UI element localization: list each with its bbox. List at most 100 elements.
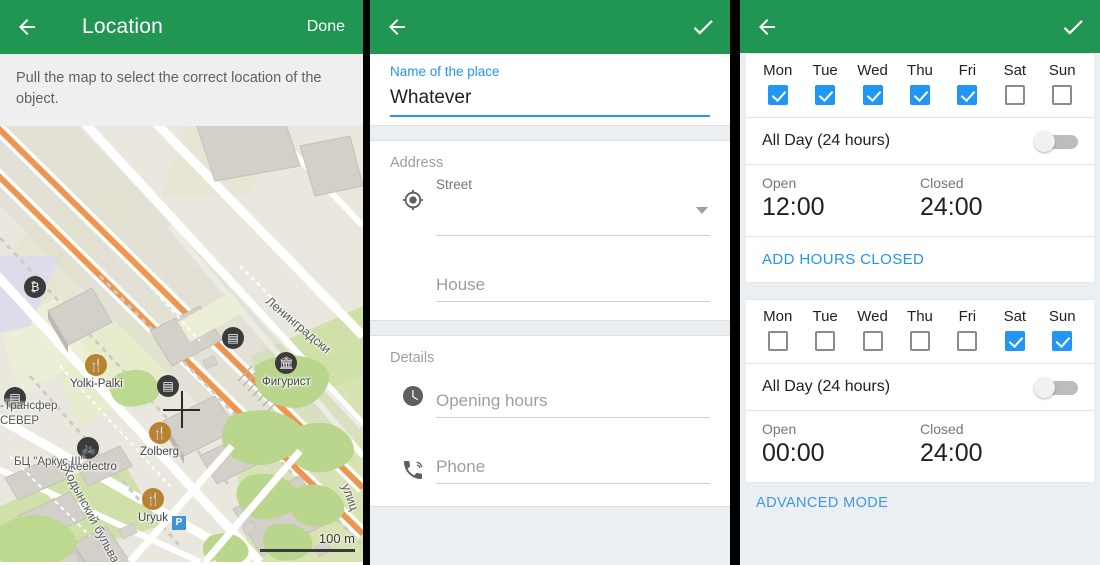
day-sun[interactable]: Sun: [1039, 308, 1086, 351]
opening-hours-body[interactable]: Opening hours: [436, 374, 710, 418]
map-hint-text: Pull the map to select the correct locat…: [0, 54, 363, 127]
add-hours-closed-button[interactable]: ADD HOURS CLOSED: [746, 237, 1094, 282]
map-marker-atm[interactable]: ▤: [222, 327, 244, 350]
map-center-crosshair: [163, 391, 200, 429]
map-poi-zolberg[interactable]: 🍴 Zolberg: [140, 422, 179, 458]
all-day-toggle-2[interactable]: [1034, 377, 1078, 398]
closed-column-2[interactable]: Closed 24:00: [920, 421, 1078, 468]
day-checkbox-thu[interactable]: [909, 331, 930, 351]
address-section-title: Address: [390, 155, 444, 171]
hours-appbar: [740, 0, 1100, 53]
street-input[interactable]: [436, 192, 710, 236]
map-label: БЦ "Аркус III": [14, 456, 85, 469]
clock-icon: [390, 374, 436, 408]
day-thu[interactable]: Thu: [896, 62, 943, 105]
street-field-body[interactable]: Street: [436, 173, 710, 236]
day-tue[interactable]: Tue: [801, 308, 848, 351]
closed-column-1[interactable]: Closed 24:00: [920, 175, 1078, 222]
day-fri[interactable]: Fri: [944, 308, 991, 351]
day-sat[interactable]: Sat: [991, 62, 1038, 105]
day-label: Tue: [812, 308, 838, 325]
day-mon[interactable]: Mon: [754, 308, 801, 351]
day-sun[interactable]: Sun: [1039, 62, 1086, 105]
phone-input[interactable]: Phone: [436, 448, 710, 484]
day-checkbox-tue[interactable]: [815, 85, 836, 105]
day-checkbox-fri[interactable]: [957, 331, 978, 351]
house-field-row[interactable]: House: [370, 236, 730, 320]
back-arrow-icon[interactable]: [740, 0, 794, 54]
advanced-mode-button[interactable]: ADVANCED MODE: [740, 483, 1100, 523]
editor-scroll-area[interactable]: Name of the place Whatever Address Stree…: [370, 54, 730, 565]
map-poi-label: Uryuk: [138, 512, 169, 525]
name-field-label: Name of the place: [390, 64, 500, 79]
hours-scroll-area[interactable]: Mon Tue Wed Thu Fri Sat Sun All Day (24 …: [740, 53, 1100, 523]
day-checkbox-sun[interactable]: [1052, 85, 1073, 105]
day-checkbox-sat[interactable]: [1004, 331, 1025, 351]
house-field-body[interactable]: House: [436, 266, 710, 302]
day-checkbox-sat[interactable]: [1004, 85, 1025, 105]
closed-time[interactable]: 24:00: [920, 439, 1078, 468]
all-day-row-1[interactable]: All Day (24 hours): [746, 118, 1094, 164]
name-field-value[interactable]: Whatever: [390, 87, 710, 117]
page-title: Location: [82, 15, 163, 38]
day-checkbox-thu[interactable]: [909, 85, 930, 105]
toggle-knob[interactable]: [1034, 131, 1055, 152]
done-button[interactable]: Done: [307, 18, 345, 36]
place-editor-panel: Name of the place Whatever Address Stree…: [370, 0, 730, 565]
day-wed[interactable]: Wed: [849, 62, 896, 105]
day-checkbox-mon[interactable]: [767, 85, 788, 105]
street-field-row[interactable]: Street: [370, 173, 730, 236]
day-checkbox-wed[interactable]: [862, 85, 883, 105]
caret-down-icon[interactable]: [696, 207, 708, 214]
phone-body[interactable]: Phone: [436, 448, 710, 484]
day-checkbox-fri[interactable]: [957, 85, 978, 105]
day-label: Thu: [907, 62, 933, 79]
day-mon[interactable]: Mon: [754, 62, 801, 105]
map-view[interactable]: ₿ ▤ ▤ ▤ 🍴 Yolki-Palki 🍴 Zolberg 🍴 Uryuk: [0, 126, 363, 563]
map-poi-label: Zolberg: [140, 446, 179, 459]
opening-hours-input[interactable]: Opening hours: [436, 374, 710, 418]
day-checkbox-sun[interactable]: [1052, 331, 1073, 351]
phone-row[interactable]: Phone: [370, 418, 730, 506]
toggle-knob[interactable]: [1034, 377, 1055, 398]
back-arrow-icon[interactable]: [370, 0, 424, 54]
day-wed[interactable]: Wed: [849, 308, 896, 351]
day-selector-1[interactable]: Mon Tue Wed Thu Fri Sat Sun: [746, 54, 1094, 117]
map-label: СЕВЕР: [0, 415, 39, 428]
confirm-check-icon[interactable]: [1046, 0, 1100, 54]
day-checkbox-wed[interactable]: [862, 331, 883, 351]
day-checkbox-tue[interactable]: [815, 331, 836, 351]
map-poi-figurist[interactable]: 🏛 Фигурист: [262, 352, 311, 388]
open-column-2[interactable]: Open 00:00: [762, 421, 920, 468]
open-column-1[interactable]: Open 12:00: [762, 175, 920, 222]
all-day-label: All Day (24 hours): [762, 378, 891, 395]
day-tue[interactable]: Tue: [801, 62, 848, 105]
all-day-row-2[interactable]: All Day (24 hours): [746, 364, 1094, 410]
open-time[interactable]: 00:00: [762, 439, 920, 468]
confirm-check-icon[interactable]: [676, 0, 730, 54]
name-of-place-field[interactable]: Name of the place Whatever: [370, 54, 730, 125]
day-label: Wed: [857, 62, 888, 79]
open-closed-row-1[interactable]: Open 12:00 Closed 24:00: [746, 165, 1094, 236]
location-panel: Location Done Pull the map to select the…: [0, 0, 363, 565]
map-poi-label: Фигурист: [262, 376, 311, 389]
map-poi-uryuk[interactable]: 🍴 Uryuk: [138, 488, 168, 524]
opening-hours-row[interactable]: Opening hours: [370, 368, 730, 418]
map-poi-yolki-palki[interactable]: 🍴 Yolki-Palki: [70, 354, 123, 390]
map-scale-label: 100 m: [318, 531, 355, 547]
back-arrow-icon[interactable]: [0, 0, 54, 54]
open-time[interactable]: 12:00: [762, 193, 920, 222]
map-label: -Трансфер: [0, 400, 58, 413]
house-input[interactable]: House: [436, 266, 710, 302]
three-panel-screenshot: Location Done Pull the map to select the…: [0, 0, 1100, 565]
all-day-toggle-1[interactable]: [1034, 131, 1078, 152]
day-checkbox-mon[interactable]: [767, 331, 788, 351]
day-selector-2[interactable]: Mon Tue Wed Thu Fri Sat Sun: [746, 300, 1094, 363]
closed-time[interactable]: 24:00: [920, 193, 1078, 222]
map-marker-money[interactable]: ₿: [24, 276, 46, 299]
open-closed-row-2[interactable]: Open 00:00 Closed 24:00: [746, 411, 1094, 482]
day-thu[interactable]: Thu: [896, 308, 943, 351]
day-fri[interactable]: Fri: [944, 62, 991, 105]
day-sat[interactable]: Sat: [991, 308, 1038, 351]
map-marker-atm[interactable]: ▤: [157, 375, 179, 398]
